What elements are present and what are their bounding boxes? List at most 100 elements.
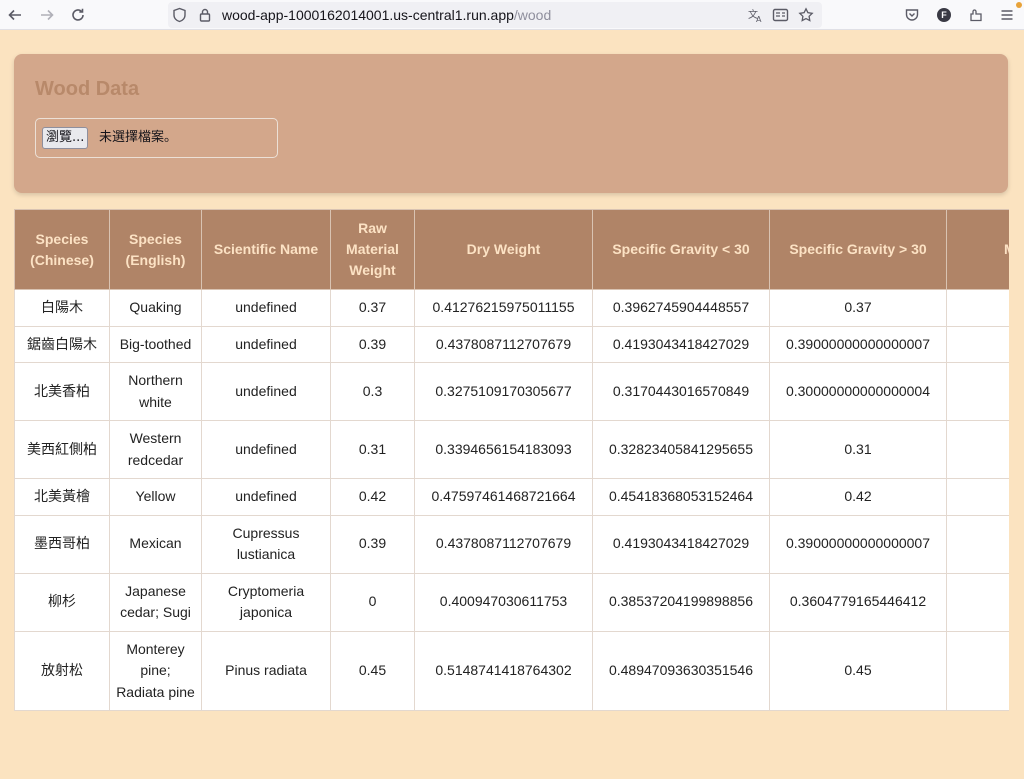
table-cell: Monterey pine; Radiata pine: [109, 630, 202, 711]
table-cell: 墨西哥柏: [14, 514, 110, 574]
table-cell: 0.31: [769, 420, 947, 479]
table-cell: undefined: [201, 362, 331, 421]
table-row: 鋸齒白陽木 Big-toothed undefined 0.39 0.437808711…: [14, 325, 1009, 363]
table-cell: 進口材: [946, 478, 1009, 516]
table-header-row: Species (Chinese) Species (English) Scie…: [14, 209, 1009, 290]
url-host: wood-app-1000162014001.us-central1.run.a…: [222, 7, 514, 23]
shield-icon[interactable]: [172, 2, 187, 28]
table-cell: 0.3: [330, 362, 415, 421]
table-cell: 0.400947030611753: [414, 572, 593, 632]
table-cell: undefined: [201, 478, 331, 516]
table-row: 墨西哥柏 Mexican Cupressus lustianica 0.39 0.437…: [14, 514, 1009, 574]
table-cell: 0.32823405841295655: [592, 420, 770, 479]
back-arrow-icon[interactable]: [3, 3, 27, 27]
table-cell: 0.39: [330, 514, 415, 574]
table-cell: 0.37: [330, 289, 415, 327]
table-row: 白陽木 Quaking undefined 0.37 0.412762159750111…: [14, 289, 1009, 327]
table-cell: 0.3962745904448557: [592, 289, 770, 327]
reader-view-icon[interactable]: [772, 2, 789, 28]
table-cell: 0.4193043418427029: [592, 514, 770, 574]
table-cell: 0.37: [769, 289, 947, 327]
table-cell: 柳杉: [14, 572, 110, 632]
reload-icon[interactable]: [66, 3, 90, 27]
wood-data-table: Species (Chinese) Species (English) Scie…: [14, 209, 1009, 711]
table-cell: Mexican: [109, 514, 202, 574]
wood-table-container[interactable]: Species (Chinese) Species (English) Scie…: [14, 209, 1009, 779]
table-cell: Big-toothed: [109, 325, 202, 363]
table-cell: undefined: [201, 325, 331, 363]
forward-arrow-icon[interactable]: [35, 3, 59, 27]
column-header[interactable]: Species (Chinese): [14, 209, 110, 290]
menu-icon[interactable]: [995, 3, 1019, 27]
table-row: 放射松 Monterey pine; Radiata pine Pinus radi…: [14, 630, 1009, 711]
svg-text:A: A: [756, 15, 762, 23]
table-cell: Cryptomeria japonica: [201, 572, 331, 632]
profile-avatar[interactable]: F: [937, 8, 951, 22]
table-cell: 進口材: [946, 362, 1009, 421]
table-cell: Northern white: [109, 362, 202, 421]
url-path: /wood: [513, 7, 552, 23]
table-cell: 0.45: [769, 630, 947, 711]
extensions-icon[interactable]: [964, 3, 988, 27]
table-row: 柳杉 Japanese cedar; Sugi Cryptomeria japoni…: [14, 572, 1009, 632]
table-cell: undefined: [201, 420, 331, 479]
table-cell: Cupressus lustianica: [201, 514, 331, 574]
table-cell: 北美香柏: [14, 362, 110, 421]
column-header[interactable]: Dry Weight: [414, 209, 593, 290]
table-cell: 進口材: [946, 420, 1009, 479]
column-header[interactable]: Species (English): [109, 209, 202, 290]
table-row: 北美香柏 Northern white undefined 0.3 0.32751091…: [14, 362, 1009, 421]
table-cell: 鋸齒白陽木: [14, 325, 110, 363]
table-cell: 0.42: [330, 478, 415, 516]
table-cell: 0.45418368053152464: [592, 478, 770, 516]
table-cell: 0.3275109170305677: [414, 362, 593, 421]
table-cell: undefined: [201, 289, 331, 327]
table-cell: 0.42: [769, 478, 947, 516]
url-text[interactable]: wood-app-1000162014001.us-central1.run.a…: [222, 2, 551, 28]
column-header[interactable]: Specific Gravity > 30: [769, 209, 947, 290]
table-cell: 0.30000000000000004: [769, 362, 947, 421]
translate-icon[interactable]: 文A: [748, 2, 764, 28]
lock-icon[interactable]: [198, 2, 212, 28]
table-cell: 0.47597461468721664: [414, 478, 593, 516]
address-bar[interactable]: wood-app-1000162014001.us-central1.run.a…: [168, 2, 822, 28]
table-cell: 0.4193043418427029: [592, 325, 770, 363]
table-body: 白陽木 Quaking undefined 0.37 0.412762159750111…: [14, 289, 1009, 711]
column-header[interactable]: Scientific Name: [201, 209, 331, 290]
table-cell: 0.41276215975011155: [414, 289, 593, 327]
column-header[interactable]: Raw Material Weight: [330, 209, 415, 290]
pocket-icon[interactable]: [900, 3, 924, 27]
file-status-text: 未選擇檔案。: [99, 130, 178, 145]
browser-toolbar: wood-app-1000162014001.us-central1.run.a…: [0, 0, 1024, 30]
table-cell: Quaking: [109, 289, 202, 327]
table-cell: 0.39000000000000007: [769, 514, 947, 574]
table-cell: Western redcedar: [109, 420, 202, 479]
table-cell: 0.3170443016570849: [592, 362, 770, 421]
table-cell: 0.4378087112707679: [414, 514, 593, 574]
table-row: 美西紅側柏 Western redcedar undefined 0.31 0.3394…: [14, 420, 1009, 479]
table-cell: 放射松: [14, 630, 110, 711]
table-cell: 進口材: [946, 630, 1009, 711]
file-input[interactable]: 瀏覽... 未選擇檔案。: [35, 118, 278, 158]
column-header[interactable]: Material: [946, 209, 1009, 290]
table-cell: 0.31: [330, 420, 415, 479]
star-icon[interactable]: [798, 2, 814, 28]
table-cell: 進口材: [946, 514, 1009, 574]
table-cell: 進口材: [946, 572, 1009, 632]
table-cell: 0: [330, 572, 415, 632]
table-cell: Yellow: [109, 478, 202, 516]
table-cell: 0.39000000000000007: [769, 325, 947, 363]
browse-button[interactable]: 瀏覽...: [42, 127, 89, 149]
table-cell: 0.3604779165446412: [769, 572, 947, 632]
table-cell: 0.5148741418764302: [414, 630, 593, 711]
table-cell: 北美黃檜: [14, 478, 110, 516]
table-row: 北美黃檜 Yellow undefined 0.42 0.475974614687216…: [14, 478, 1009, 516]
table-cell: Japanese cedar; Sugi: [109, 572, 202, 632]
column-header[interactable]: Specific Gravity < 30: [592, 209, 770, 290]
table-cell: 0.3394656154183093: [414, 420, 593, 479]
table-cell: 0.39: [330, 325, 415, 363]
table-cell: 美西紅側柏: [14, 420, 110, 479]
table-cell: 0.45: [330, 630, 415, 711]
table-cell: 進口材: [946, 289, 1009, 327]
table-cell: 0.48947093630351546: [592, 630, 770, 711]
